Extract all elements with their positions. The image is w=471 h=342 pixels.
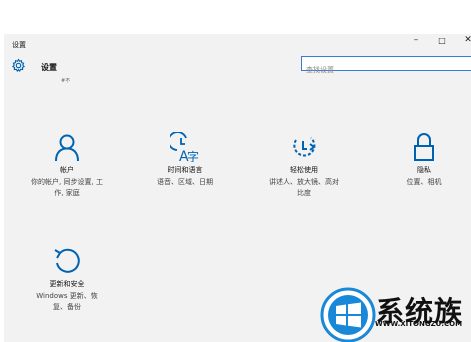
tile-desc: 讲述人、放大镜、高对 比度 xyxy=(254,177,354,199)
tile-desc-line: 作, 家庭 xyxy=(54,189,80,197)
tile-name: 时间和语言 xyxy=(167,166,203,174)
search-box[interactable] xyxy=(301,56,471,77)
tile-desc: 位置、相机 xyxy=(374,177,471,188)
tile-update-security[interactable]: 更新和安全 Windows 更新、恢 复、备份 xyxy=(17,246,117,313)
time-language-icon: A 字 xyxy=(170,132,199,162)
tile-time-language[interactable]: A 字 时间和语言 语音、区域、日期 xyxy=(135,132,235,188)
search-input[interactable] xyxy=(302,63,456,77)
header-subtext: #不 xyxy=(61,78,71,84)
tile-name: 轻松使用 xyxy=(290,166,318,174)
tile-privacy[interactable]: 隐私 位置、相机 xyxy=(374,132,471,188)
tile-name: 隐私 xyxy=(417,166,431,174)
page-title: 设置 xyxy=(41,63,57,72)
close-button[interactable]: ✕ xyxy=(459,35,471,45)
tile-desc-line: 比度 xyxy=(297,189,311,197)
user-icon xyxy=(55,134,79,162)
update-security-icon xyxy=(54,248,80,273)
tile-desc-line: 你的帐户, 同步设置, 工 xyxy=(31,178,103,186)
ease-of-access-icon xyxy=(293,137,316,157)
tile-desc: 语音、区域、日期 xyxy=(135,177,235,188)
watermark-url: WWW.XITONGZU.COM xyxy=(375,320,463,328)
tile-desc-line: Windows 更新、恢 xyxy=(36,292,98,300)
tile-name: 更新和安全 xyxy=(49,280,85,288)
gear-icon[interactable] xyxy=(11,58,26,73)
window-title: 设置 xyxy=(12,41,26,49)
tile-desc: 你的帐户, 同步设置, 工 作, 家庭 xyxy=(17,177,117,199)
lock-icon xyxy=(414,133,434,161)
tile-name: 帐户 xyxy=(60,166,74,174)
maximize-button[interactable]: □ xyxy=(433,36,451,45)
minimize-button[interactable]: – xyxy=(407,35,425,45)
svg-text:字: 字 xyxy=(187,149,199,162)
tile-desc: Windows 更新、恢 复、备份 xyxy=(17,291,117,313)
tile-desc-line: 讲述人、放大镜、高对 xyxy=(269,178,339,186)
tile-desc-line: 复、备份 xyxy=(53,303,81,311)
tile-desc-line: 位置、相机 xyxy=(406,178,442,186)
tile-ease-of-access[interactable]: 轻松使用 讲述人、放大镜、高对 比度 xyxy=(254,132,354,199)
tile-accounts[interactable]: 帐户 你的帐户, 同步设置, 工 作, 家庭 xyxy=(17,132,117,199)
tile-desc-line: 语音、区域、日期 xyxy=(157,178,213,186)
